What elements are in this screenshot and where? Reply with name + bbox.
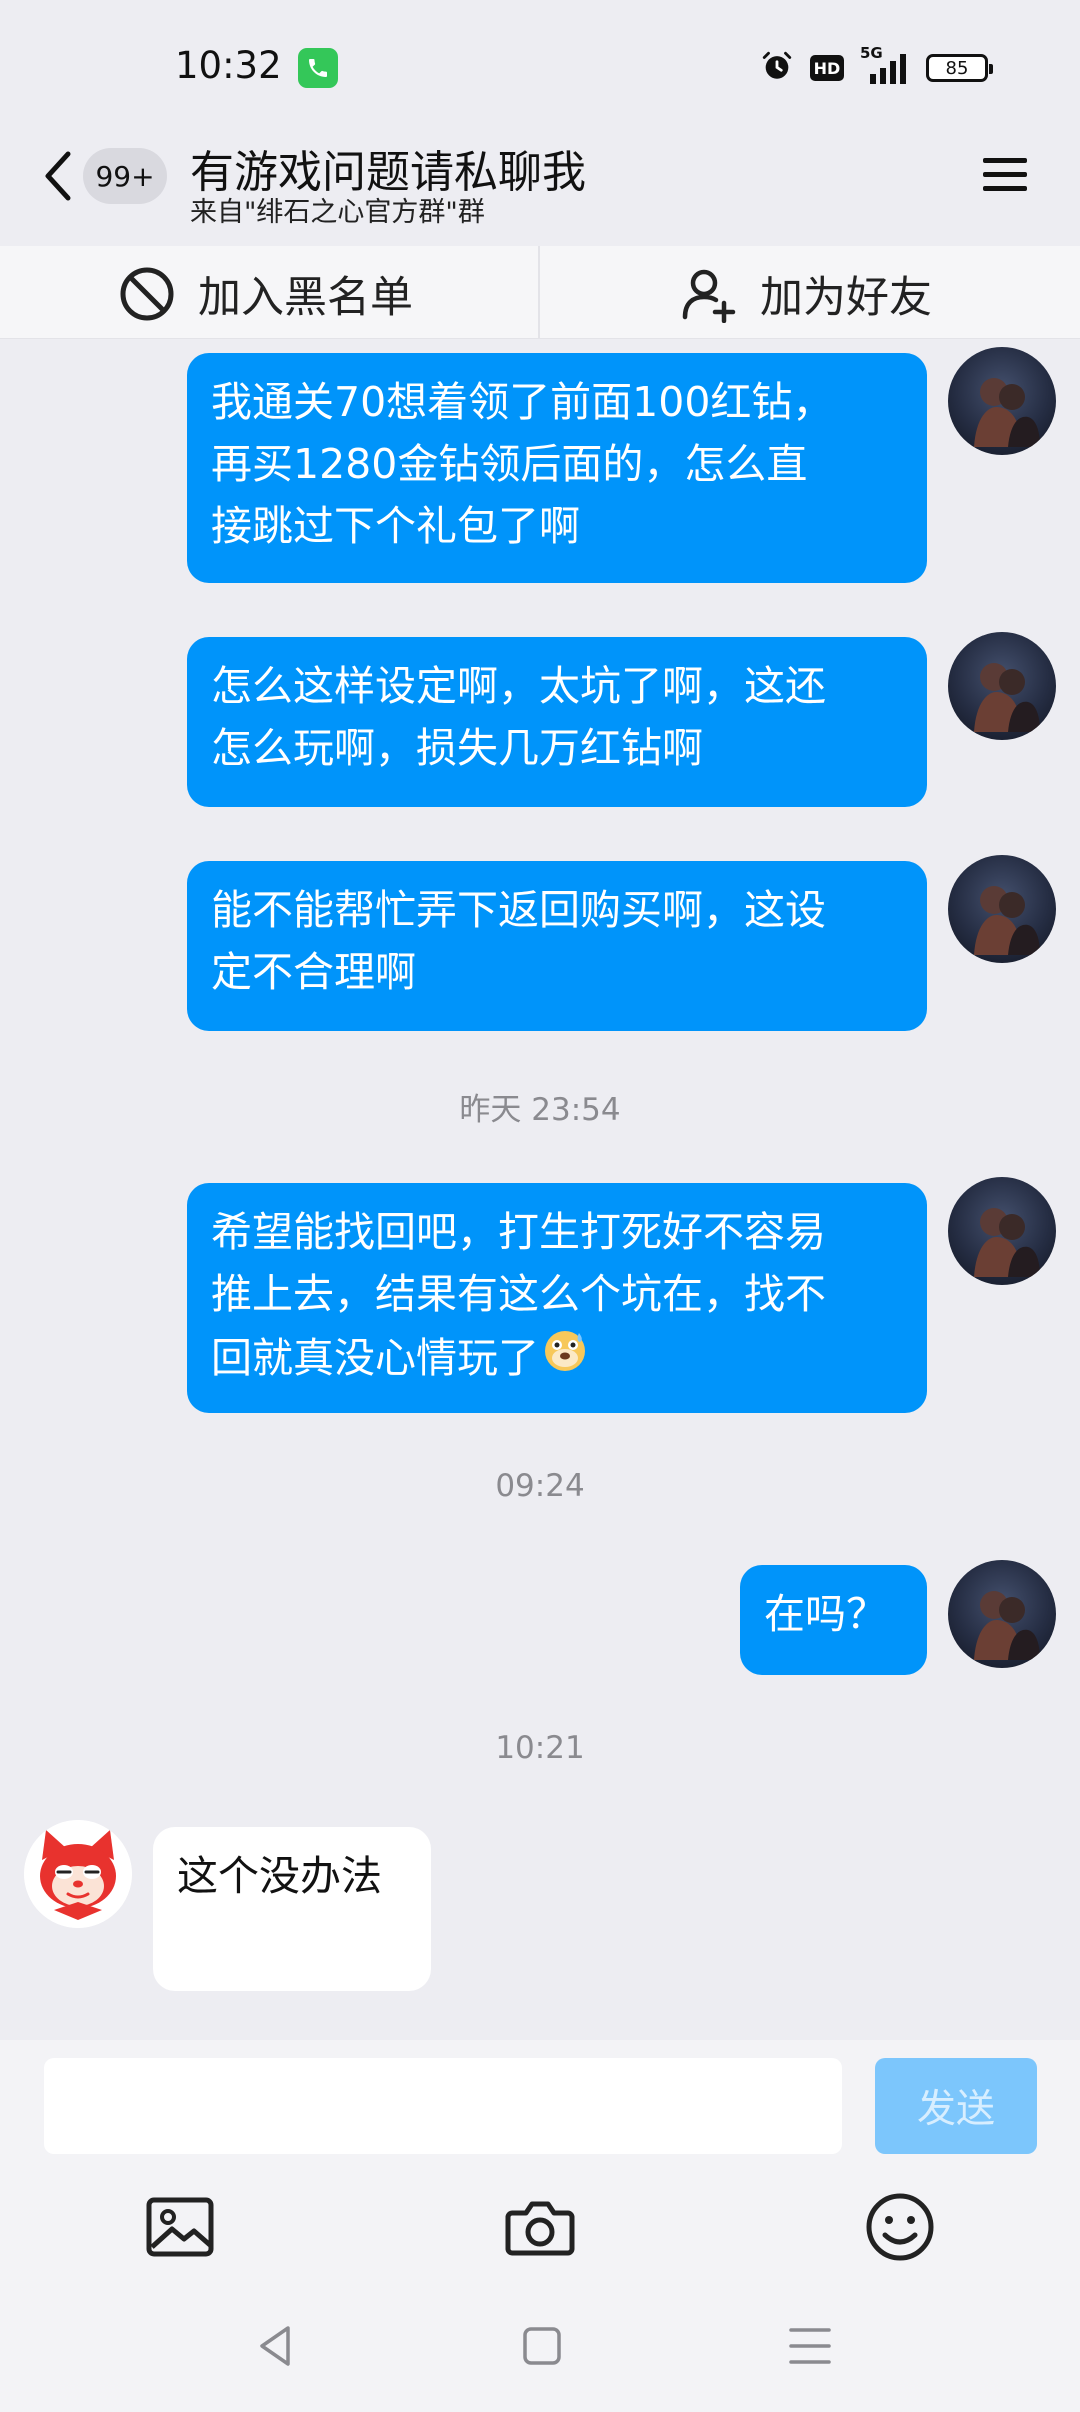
nav-recents-button[interactable]	[786, 2322, 834, 2374]
message-line: 我通关70想着领了前面100红钻，	[211, 378, 834, 426]
message-line: 定不合理啊	[211, 948, 416, 996]
message-line: 接跳过下个礼包了啊	[211, 502, 580, 550]
action-divider	[538, 246, 540, 338]
message-line-with-emoji: 回就真没心情玩了	[211, 1325, 903, 1390]
status-time: 10:32	[175, 44, 282, 87]
image-icon	[146, 2197, 214, 2257]
block-icon	[120, 267, 174, 321]
back-button[interactable]	[38, 148, 78, 204]
nav-home-icon	[523, 2327, 561, 2365]
fox-avatar-icon	[24, 1820, 132, 1928]
message-line: 再买1280金钻领后面的，怎么直	[211, 440, 808, 488]
camera-button[interactable]	[504, 2191, 576, 2267]
avatar-image	[974, 663, 1040, 732]
my-avatar[interactable]	[948, 632, 1056, 740]
message-bubble[interactable]: 怎么这样设定啊，太坑了啊，这还 怎么玩啊，损失几万红钻啊	[187, 637, 927, 807]
timestamp: 09:24	[495, 1468, 585, 1504]
message-line: 在吗？	[764, 1590, 887, 1638]
add-friend-icon	[682, 269, 736, 323]
message-bubble[interactable]: 在吗？	[740, 1565, 927, 1675]
camera-icon	[505, 2201, 575, 2256]
my-avatar[interactable]	[948, 1177, 1056, 1285]
emoji-button[interactable]	[864, 2191, 936, 2267]
send-button[interactable]: 发送	[875, 2058, 1037, 2154]
message-line: 怎么这样设定啊，太坑了啊，这还	[211, 662, 826, 710]
message-bubble[interactable]: 我通关70想着领了前面100红钻， 再买1280金钻领后面的，怎么直 接跳过下个…	[187, 353, 927, 583]
friend-avatar[interactable]	[24, 1820, 132, 1928]
timestamp: 昨天 23:54	[459, 1092, 621, 1128]
block-button[interactable]: 加入黑名单	[118, 258, 413, 330]
nav-back-button[interactable]	[252, 2322, 300, 2374]
back-icon	[45, 151, 71, 201]
my-avatar[interactable]	[948, 1560, 1056, 1668]
signal-icon: 5G	[860, 44, 910, 86]
message-bubble[interactable]: 这个没办法	[153, 1827, 431, 1991]
message-line: 推上去，结果有这么个坑在，找不	[211, 1270, 826, 1318]
menu-icon	[983, 158, 1027, 191]
nav-recents-icon	[789, 2328, 831, 2364]
image-button[interactable]	[144, 2191, 216, 2267]
timestamp: 10:21	[495, 1730, 585, 1766]
nav-back-icon	[260, 2326, 290, 2366]
message-line: 怎么玩啊，损失几万红钻啊	[211, 724, 703, 772]
add-friend-label: 加为好友	[760, 273, 932, 323]
unread-badge: 99+	[83, 148, 167, 204]
nav-home-button[interactable]	[518, 2322, 566, 2374]
message-bubble[interactable]: 能不能帮忙弄下返回购买啊，这设 定不合理啊	[187, 861, 927, 1031]
status-icons: HD 5G 85	[760, 44, 993, 92]
phone-icon	[298, 48, 338, 88]
message-bubble[interactable]: 希望能找回吧，打生打死好不容易 推上去，结果有这么个坑在，找不 回就真没心情玩了	[187, 1183, 927, 1413]
message-input[interactable]	[44, 2058, 842, 2154]
emoji-icon	[866, 2193, 934, 2261]
avatar-image	[974, 886, 1040, 955]
add-friend-button[interactable]: 加为好友	[680, 258, 932, 330]
avatar-image	[974, 1591, 1040, 1660]
hd-badge: HD	[810, 55, 844, 81]
alarm-icon	[760, 49, 794, 87]
my-avatar[interactable]	[948, 855, 1056, 963]
block-label: 加入黑名单	[198, 273, 413, 323]
message-line: 能不能帮忙弄下返回购买啊，这设	[211, 886, 826, 934]
battery-icon: 85	[926, 54, 993, 82]
avatar-image	[974, 378, 1040, 447]
avatar-image	[974, 1208, 1040, 1277]
battery-level: 85	[945, 57, 969, 79]
message-line: 希望能找回吧，打生打死好不容易	[211, 1208, 826, 1256]
message-line: 回就真没心情玩了	[211, 1333, 539, 1382]
my-avatar[interactable]	[948, 347, 1056, 455]
menu-button[interactable]	[980, 150, 1030, 200]
chat-subtitle: 来自"绯石之心官方群"群	[190, 197, 485, 228]
sweat-emoji-icon	[541, 1325, 589, 1390]
message-line: 这个没办法	[177, 1852, 382, 1900]
